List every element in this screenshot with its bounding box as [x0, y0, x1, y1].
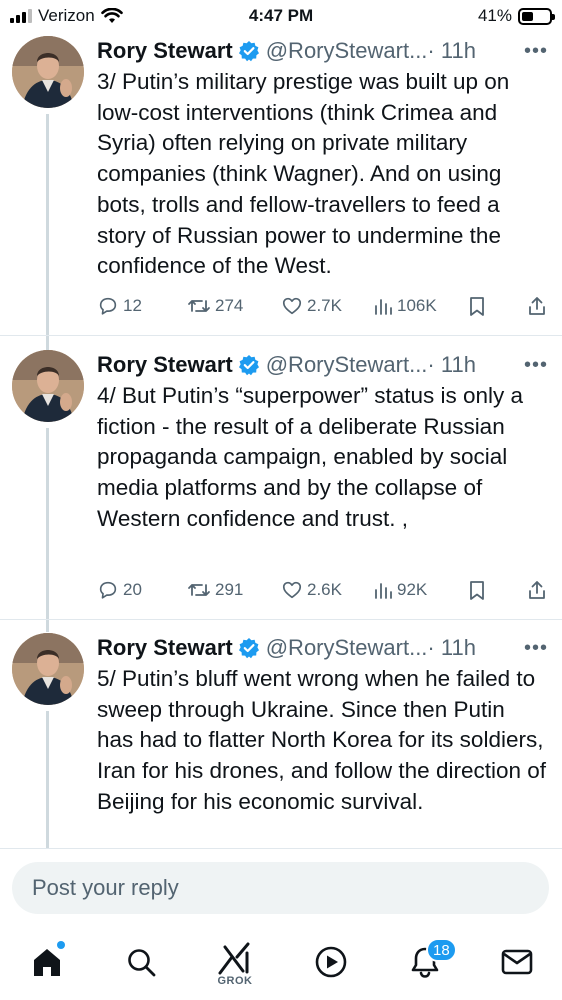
- like-count: 2.6K: [307, 580, 342, 599]
- views-count: 106K: [397, 296, 437, 315]
- divider: [0, 619, 562, 620]
- reply-input[interactable]: Post your reply: [12, 862, 549, 914]
- tweet-time[interactable]: · 11h: [427, 635, 476, 661]
- more-options-icon[interactable]: •••: [524, 40, 548, 63]
- reply-icon: [99, 581, 117, 599]
- repost-button[interactable]: 291: [187, 575, 243, 605]
- reply-count: 20: [123, 580, 142, 599]
- bookmark-icon: [470, 297, 484, 316]
- share-icon: [529, 297, 545, 315]
- heart-icon: [282, 581, 302, 599]
- author-handle[interactable]: @RoryStewart...: [266, 352, 428, 378]
- reply-bar: Post your reply: [0, 848, 562, 928]
- status-right: 41%: [477, 6, 555, 26]
- like-button[interactable]: 2.6K: [281, 575, 342, 605]
- tweet-time[interactable]: · 11h: [427, 38, 476, 64]
- views-count: 92K: [397, 580, 428, 599]
- mail-icon: [501, 949, 533, 975]
- grok-label: GROK: [217, 975, 253, 987]
- author-handle[interactable]: @RoryStewart...: [266, 38, 428, 64]
- tweet-time[interactable]: · 11h: [427, 352, 476, 378]
- search-icon: [128, 949, 156, 977]
- home-notification-dot: [57, 941, 65, 949]
- verified-badge-icon: [238, 638, 259, 659]
- more-options-icon[interactable]: •••: [524, 354, 548, 377]
- play-icon: [315, 946, 347, 978]
- tweet-header: Rory Stewart @RoryStewart... · 11h •••: [97, 633, 548, 663]
- thread-line: [46, 114, 49, 350]
- tweet[interactable]: Rory Stewart @RoryStewart... · 11h ••• 4…: [0, 350, 562, 632]
- tweet-actions: 12 274 2.7K 106K: [97, 291, 552, 321]
- bookmark-icon: [470, 581, 484, 600]
- home-icon: [34, 949, 60, 976]
- views-button[interactable]: 92K: [373, 575, 427, 605]
- repost-icon: [188, 300, 210, 312]
- reply-button[interactable]: 12: [97, 291, 142, 321]
- thread-line: [46, 428, 49, 632]
- tweet-header: Rory Stewart @RoryStewart... · 11h •••: [97, 36, 548, 66]
- author-name[interactable]: Rory Stewart: [97, 38, 233, 64]
- bookmark-button[interactable]: [467, 575, 487, 605]
- like-button[interactable]: 2.7K: [281, 291, 342, 321]
- tweet-actions: 20 291 2.6K 92K: [97, 575, 552, 605]
- views-button[interactable]: 106K: [373, 291, 437, 321]
- verified-badge-icon: [238, 355, 259, 376]
- like-count: 2.7K: [307, 296, 342, 315]
- tweet[interactable]: Rory Stewart @RoryStewart... · 11h ••• 3…: [0, 36, 562, 350]
- reply-count: 12: [123, 296, 142, 315]
- share-button[interactable]: [527, 575, 547, 605]
- repost-count: 274: [215, 296, 244, 315]
- bottom-nav: GROK 18: [0, 928, 562, 1000]
- share-button[interactable]: [527, 291, 547, 321]
- reply-button[interactable]: 20: [97, 575, 142, 605]
- repost-icon: [188, 584, 210, 596]
- notification-badge: 18: [426, 938, 457, 962]
- avatar[interactable]: [12, 36, 84, 108]
- divider: [0, 335, 562, 336]
- repost-button[interactable]: 274: [187, 291, 243, 321]
- share-icon: [529, 581, 545, 599]
- views-icon: [375, 583, 392, 599]
- author-name[interactable]: Rory Stewart: [97, 635, 233, 661]
- avatar[interactable]: [12, 633, 84, 705]
- status-bar: Verizon 4:47 PM 41%: [0, 0, 562, 32]
- bookmark-button[interactable]: [467, 291, 487, 321]
- nav-video[interactable]: [311, 942, 351, 982]
- tweet[interactable]: Rory Stewart @RoryStewart... · 11h ••• 5…: [0, 633, 562, 848]
- repost-count: 291: [215, 580, 244, 599]
- battery-icon: [518, 7, 555, 25]
- verified-badge-icon: [238, 41, 259, 62]
- nav-grok[interactable]: [215, 938, 255, 978]
- author-handle[interactable]: @RoryStewart...: [266, 635, 428, 661]
- tweet-text: 3/ Putin’s military prestige was built u…: [97, 69, 510, 279]
- nav-search[interactable]: [121, 942, 161, 982]
- heart-icon: [282, 297, 302, 315]
- tweet-header: Rory Stewart @RoryStewart... · 11h •••: [97, 350, 548, 380]
- battery-percent: 41%: [477, 6, 512, 25]
- reply-icon: [99, 297, 117, 315]
- tweet-text: 5/ Putin’s bluff went wrong when he fail…: [97, 666, 547, 814]
- nav-messages[interactable]: [497, 942, 537, 982]
- more-options-icon[interactable]: •••: [524, 637, 548, 660]
- views-icon: [375, 299, 392, 315]
- avatar[interactable]: [12, 350, 84, 422]
- tweet-text: 4/ But Putin’s “superpower” status is on…: [97, 383, 524, 531]
- author-name[interactable]: Rory Stewart: [97, 352, 233, 378]
- grok-icon: [218, 942, 250, 975]
- thread-line: [46, 711, 49, 848]
